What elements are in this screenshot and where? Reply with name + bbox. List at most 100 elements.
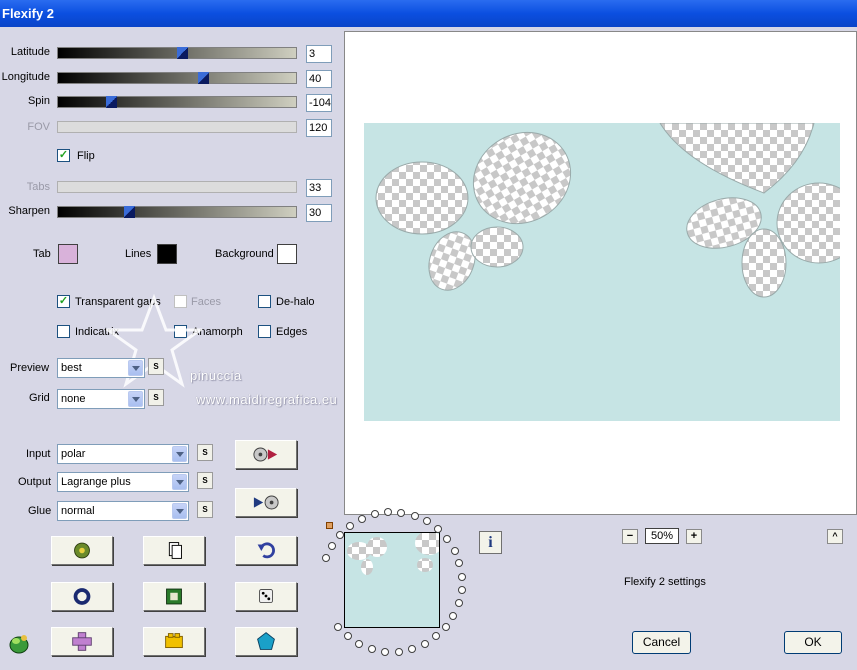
cancel-button[interactable]: Cancel	[632, 631, 691, 654]
randomize-colors-button[interactable]	[51, 536, 113, 565]
dial-dot[interactable]	[336, 530, 345, 539]
longitude-slider-thumb[interactable]	[197, 72, 209, 84]
frame-shape-button[interactable]	[143, 582, 205, 611]
preview-select[interactable]: best	[57, 358, 145, 378]
dial-dot[interactable]	[441, 622, 450, 631]
latitude-slider-thumb[interactable]	[177, 47, 189, 59]
load-preset-button[interactable]	[235, 440, 297, 469]
dial-dot[interactable]	[443, 535, 452, 544]
sharpen-slider[interactable]	[57, 206, 297, 218]
output-select-label: Output	[18, 476, 52, 488]
dial-dot[interactable]	[434, 525, 443, 534]
navigator-handle[interactable]	[326, 522, 333, 529]
dial-dot[interactable]	[457, 572, 466, 581]
dial-dot[interactable]	[455, 559, 464, 568]
longitude-value[interactable]: 40	[306, 70, 332, 88]
preview-select-value: best	[61, 362, 82, 374]
dial-dot[interactable]	[383, 508, 392, 517]
zoom-in-button[interactable]: +	[686, 529, 702, 544]
dial-dot[interactable]	[381, 647, 390, 656]
ring-icon	[73, 588, 91, 605]
dial-dot[interactable]	[344, 632, 353, 641]
navigator-thumbnail[interactable]	[344, 532, 440, 628]
dial-dot[interactable]	[334, 622, 343, 631]
dial-dot[interactable]	[394, 647, 403, 656]
watermark-name: pinuccia	[190, 368, 242, 383]
dial-dot[interactable]	[370, 510, 379, 519]
dial-dot[interactable]	[457, 586, 466, 595]
lines-color-swatch[interactable]	[157, 244, 177, 264]
dial-dot[interactable]	[346, 521, 355, 530]
background-color-swatch[interactable]	[277, 244, 297, 264]
input-select[interactable]: polar	[57, 444, 189, 464]
tabs-value[interactable]: 33	[306, 179, 332, 197]
indicatrix-checkbox[interactable]	[57, 325, 70, 338]
dial-dot[interactable]	[355, 639, 364, 648]
dial-dot[interactable]	[449, 611, 458, 620]
transparent-gaps-checkbox[interactable]: ✓	[57, 295, 70, 308]
yellow-brick-icon	[165, 633, 183, 649]
spin-value[interactable]: -104	[306, 94, 332, 112]
dial-dot[interactable]	[410, 511, 419, 520]
flip-checkbox[interactable]: ✓	[57, 149, 70, 162]
preview-select-label: Preview	[10, 362, 50, 374]
gear-palette-icon	[74, 542, 90, 559]
dial-dot[interactable]	[322, 554, 331, 563]
chevron-down-icon[interactable]	[128, 360, 143, 376]
collapse-button[interactable]: ^	[827, 529, 843, 544]
dial-dot[interactable]	[450, 546, 459, 555]
sharpen-value[interactable]: 30	[306, 204, 332, 222]
dial-dot[interactable]	[431, 632, 440, 641]
pentagon-shape-button[interactable]	[235, 627, 297, 656]
info-button[interactable]: i	[479, 531, 502, 554]
sharpen-slider-thumb[interactable]	[124, 206, 136, 218]
latitude-value[interactable]: 3	[306, 45, 332, 63]
dial-dot[interactable]	[454, 599, 463, 608]
copy-button[interactable]	[143, 536, 205, 565]
tabs-slider[interactable]	[57, 181, 297, 193]
input-select-label: Input	[26, 448, 51, 460]
dial-dot[interactable]	[408, 645, 417, 654]
preview-s-button[interactable]: S	[148, 358, 164, 375]
dial-dot[interactable]	[357, 514, 366, 523]
spin-slider[interactable]	[57, 96, 297, 108]
dial-dot[interactable]	[423, 517, 431, 526]
undo-button[interactable]	[235, 536, 297, 565]
longitude-label: Longitude	[1, 71, 50, 83]
glue-s-button[interactable]: S	[197, 501, 213, 518]
fov-slider[interactable]	[57, 121, 297, 133]
de-halo-checkbox[interactable]	[258, 295, 271, 308]
longitude-slider[interactable]	[57, 72, 297, 84]
tab-color-label: Tab	[33, 248, 51, 260]
background-color-label: Background	[215, 248, 274, 260]
dial-dot[interactable]	[328, 541, 337, 550]
glue-select[interactable]: normal	[57, 501, 189, 521]
zoom-level[interactable]: 50%	[645, 528, 679, 544]
output-s-button[interactable]: S	[197, 472, 213, 489]
fov-value[interactable]: 120	[306, 119, 332, 137]
chevron-down-icon[interactable]	[172, 503, 187, 519]
grid-select[interactable]: none	[57, 389, 145, 409]
grid-s-button[interactable]: S	[148, 389, 164, 406]
spin-slider-thumb[interactable]	[106, 96, 118, 108]
random-button[interactable]	[235, 582, 297, 611]
latitude-slider[interactable]	[57, 47, 297, 59]
cross-shape-button[interactable]	[51, 627, 113, 656]
zoom-out-button[interactable]: −	[622, 529, 638, 544]
main-preview[interactable]	[344, 31, 857, 515]
output-select[interactable]: Lagrange plus	[57, 472, 189, 492]
dial-dot[interactable]	[420, 639, 429, 648]
grid-select-value: none	[61, 393, 86, 405]
chevron-down-icon[interactable]	[172, 474, 187, 490]
save-preset-button[interactable]	[235, 488, 297, 517]
chevron-down-icon[interactable]	[128, 391, 143, 407]
tab-color-swatch[interactable]	[58, 244, 78, 264]
dial-dot[interactable]	[367, 645, 376, 654]
dial-dot[interactable]	[397, 508, 406, 517]
edges-checkbox[interactable]	[258, 325, 271, 338]
input-s-button[interactable]: S	[197, 444, 213, 461]
ring-shape-button[interactable]	[51, 582, 113, 611]
chevron-down-icon[interactable]	[172, 446, 187, 462]
ok-button[interactable]: OK	[784, 631, 842, 654]
brick-shape-button[interactable]	[143, 627, 205, 656]
